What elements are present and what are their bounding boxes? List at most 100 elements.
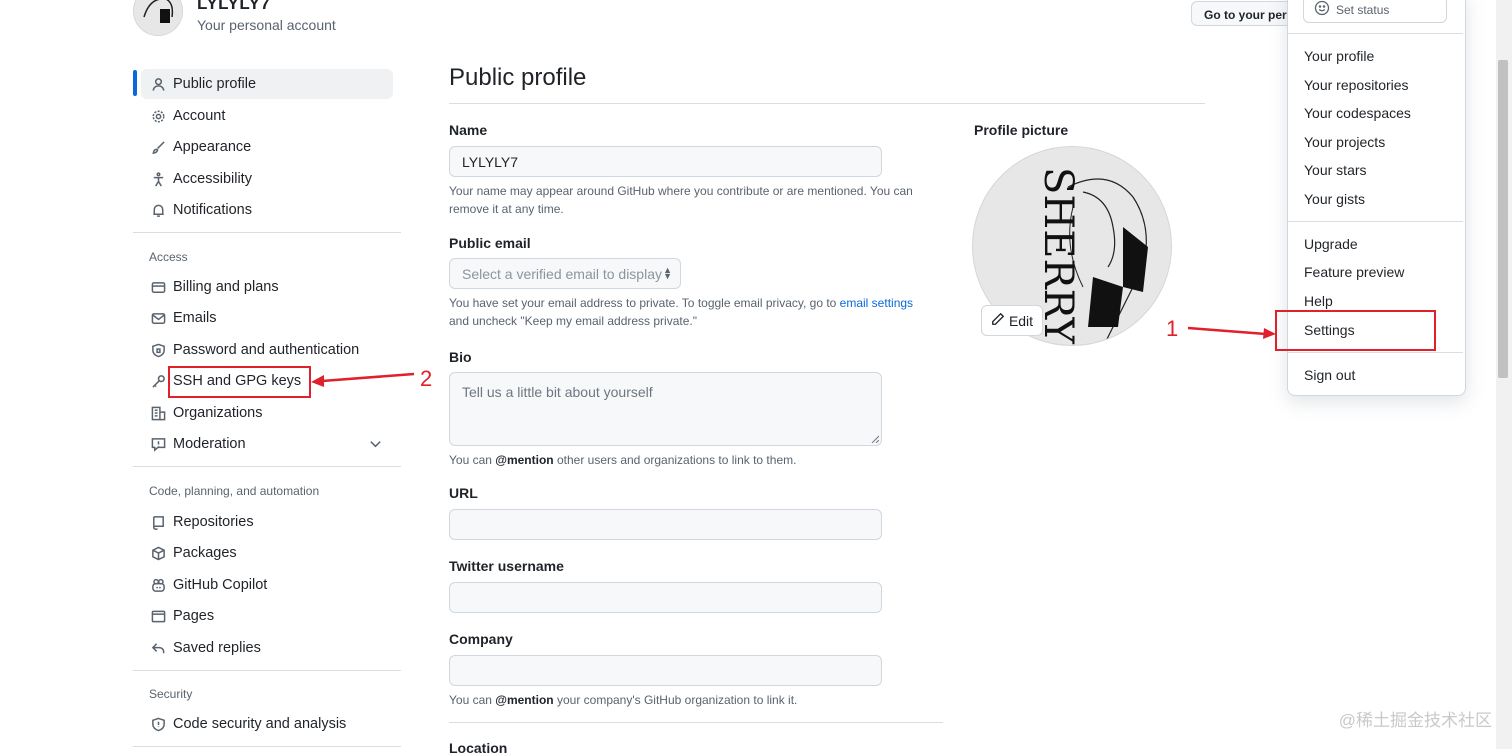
email-note: You have set your email address to priva… — [449, 296, 914, 328]
company-note: You can @mention your company's GitHub o… — [449, 693, 798, 707]
public-email-placeholder: Select a verified email to display — [462, 266, 662, 282]
sidebar-item-label: Saved replies — [173, 640, 261, 656]
sidebar-item-label: Accessibility — [173, 171, 252, 187]
sidebar-item-label: Packages — [173, 545, 237, 561]
reply-icon — [149, 639, 167, 657]
sidebar-heading-access: Access — [149, 250, 188, 264]
sidebar-item-repositories[interactable]: Repositories — [141, 507, 393, 537]
sidebar-item-appearance[interactable]: Appearance — [141, 132, 393, 162]
sidebar-item-saved-replies[interactable]: Saved replies — [141, 633, 393, 663]
menu-item-your-gists[interactable]: Your gists — [1304, 191, 1365, 207]
watermark: @稀土掘金技术社区 — [1338, 711, 1492, 730]
active-indicator — [133, 70, 137, 96]
url-label: URL — [449, 485, 478, 501]
annotation-arrow-2 — [311, 372, 415, 387]
annotation-arrow-1 — [1187, 326, 1276, 339]
accessibility-icon — [149, 170, 167, 188]
sidebar-item-moderation[interactable]: Moderation — [141, 429, 393, 459]
go-to-profile-button[interactable]: Go to your personal profile — [1191, 1, 1301, 26]
set-status-button[interactable]: Set status — [1303, 0, 1447, 23]
sidebar-item-label: Account — [173, 108, 226, 124]
bio-label: Bio — [449, 349, 472, 365]
sidebar-item-password[interactable]: Password and authentication — [141, 335, 393, 365]
email-settings-link[interactable]: email settings — [840, 296, 913, 310]
public-email-select[interactable]: Select a verified email to display ▲ ▼ — [449, 258, 681, 289]
sidebar-item-copilot[interactable]: GitHub Copilot — [141, 570, 393, 600]
menu-item-your-stars[interactable]: Your stars — [1304, 162, 1367, 178]
title-divider — [449, 103, 1205, 104]
url-input[interactable] — [449, 509, 882, 540]
page-title: Public profile — [449, 64, 587, 91]
key-icon — [149, 372, 167, 390]
organization-icon — [149, 404, 167, 422]
sidebar-item-emails[interactable]: Emails — [141, 303, 393, 333]
edit-avatar-button[interactable]: Edit — [981, 305, 1043, 336]
credit-card-icon — [149, 278, 167, 296]
twitter-input[interactable] — [449, 582, 882, 613]
annotation-number-2: 2 — [420, 366, 433, 391]
sidebar-item-public-profile[interactable]: Public profile — [141, 69, 393, 99]
sidebar-item-label: Billing and plans — [173, 279, 279, 295]
shield-lock-icon — [149, 341, 167, 359]
mail-icon — [149, 309, 167, 327]
sidebar-item-label: Organizations — [173, 405, 263, 421]
sidebar-heading-security: Security — [149, 687, 193, 701]
name-label: Name — [449, 122, 488, 138]
company-input[interactable] — [449, 655, 882, 686]
scrollbar-thumb[interactable] — [1498, 60, 1508, 378]
edit-label: Edit — [1008, 312, 1034, 329]
menu-divider — [1288, 221, 1463, 222]
menu-item-help[interactable]: Help — [1304, 293, 1333, 309]
repo-icon — [149, 513, 167, 531]
sidebar-item-notifications[interactable]: Notifications — [141, 195, 393, 225]
bio-textarea[interactable]: Tell us a little bit about yourself — [449, 372, 882, 446]
bio-note: You can @mention other users and organiz… — [449, 453, 797, 467]
person-icon — [149, 75, 167, 93]
company-label: Company — [449, 631, 513, 647]
sidebar-item-label: Public profile — [173, 76, 257, 92]
menu-item-sign-out[interactable]: Sign out — [1304, 367, 1355, 383]
menu-item-upgrade[interactable]: Upgrade — [1304, 236, 1358, 252]
sidebar-item-label: Moderation — [173, 436, 246, 452]
menu-divider — [1288, 352, 1463, 353]
set-status-label: Set status — [1336, 2, 1390, 17]
browser-icon — [149, 607, 167, 625]
package-icon — [149, 544, 167, 562]
public-email-label: Public email — [449, 235, 531, 251]
sidebar-item-label: Appearance — [173, 139, 252, 155]
sidebar-item-label: GitHub Copilot — [173, 577, 268, 593]
name-input[interactable]: LYLYLY7 — [449, 146, 882, 177]
sidebar-item-pages[interactable]: Pages — [141, 601, 393, 631]
sidebar-item-label: Pages — [173, 608, 215, 624]
account-name: LYLYLY7 — [197, 0, 271, 13]
menu-item-your-profile[interactable]: Your profile — [1304, 48, 1374, 64]
menu-item-your-codespaces[interactable]: Your codespaces — [1304, 105, 1411, 121]
section-divider — [449, 722, 943, 723]
name-note: Your name may appear around GitHub where… — [449, 184, 913, 216]
annotation-number-1: 1 — [1166, 316, 1179, 341]
pencil-icon — [991, 312, 1005, 329]
account-avatar — [133, 0, 183, 36]
gear-icon — [149, 107, 167, 125]
sidebar-divider — [133, 466, 401, 467]
sidebar-divider — [133, 746, 401, 747]
menu-item-feature-preview[interactable]: Feature preview — [1304, 264, 1404, 280]
sidebar-item-accessibility[interactable]: Accessibility — [141, 164, 393, 194]
sidebar-item-label: Code security and analysis — [173, 716, 347, 732]
sidebar-item-label: Notifications — [173, 202, 252, 218]
menu-item-your-repositories[interactable]: Your repositories — [1304, 77, 1409, 93]
sidebar-heading-code: Code, planning, and automation — [149, 484, 320, 498]
sidebar-item-label: Repositories — [173, 514, 254, 530]
bio-placeholder: Tell us a little bit about yourself — [462, 384, 653, 400]
sidebar-item-organizations[interactable]: Organizations — [141, 398, 393, 428]
copilot-icon — [149, 576, 167, 594]
sidebar-item-billing[interactable]: Billing and plans — [141, 272, 393, 302]
resize-handle-icon[interactable] — [871, 435, 879, 443]
chevron-down-icon[interactable] — [368, 436, 383, 455]
sidebar-item-packages[interactable]: Packages — [141, 538, 393, 568]
sidebar-item-account[interactable]: Account — [141, 101, 393, 131]
shield-icon — [149, 715, 167, 733]
sidebar-item-code-security[interactable]: Code security and analysis — [141, 709, 393, 739]
paintbrush-icon — [149, 138, 167, 156]
menu-item-your-projects[interactable]: Your projects — [1304, 134, 1385, 150]
